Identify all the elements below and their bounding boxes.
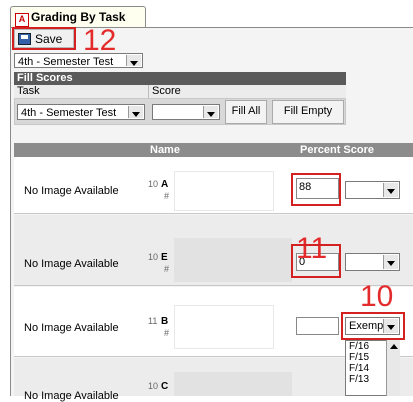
fill-score-label: Score — [152, 85, 181, 97]
fill-score-select[interactable] — [152, 104, 220, 120]
student-grade: 10 — [148, 179, 159, 189]
chevron-down-icon[interactable] — [383, 255, 398, 269]
score-mark-select[interactable] — [345, 181, 400, 199]
score-highlight-box — [291, 244, 341, 278]
redacted-name — [174, 238, 292, 282]
fill-task-value: 4th - Semester Test — [21, 107, 117, 119]
tab-grading-by-task[interactable]: A Grading By Task — [10, 6, 146, 28]
save-highlight-box — [12, 27, 76, 50]
assignment-icon: A — [15, 13, 29, 27]
student-id: # — [164, 191, 170, 201]
chevron-down-icon[interactable] — [128, 106, 143, 118]
student-id: # — [164, 264, 170, 274]
redacted-name — [174, 305, 274, 349]
tab-title: Grading By Task — [31, 10, 126, 24]
callout-12: 12 — [83, 24, 117, 57]
student-name: B — [161, 316, 169, 327]
fill-all-button[interactable]: Fill All — [225, 100, 267, 124]
redacted-name — [174, 171, 274, 211]
name-column-header: Name — [150, 144, 180, 156]
no-image-text: No Image Available — [24, 390, 119, 402]
task-select[interactable]: 4th - Semester Test — [14, 53, 143, 68]
no-image-text: No Image Available — [24, 258, 119, 270]
score-highlight-box — [291, 173, 341, 206]
no-image-text: No Image Available — [24, 322, 119, 334]
fill-scores-header: Fill Scores — [14, 72, 346, 85]
fill-task-label: Task — [17, 85, 40, 97]
student-name: C — [161, 381, 169, 392]
score-mark-select[interactable] — [345, 253, 400, 271]
redacted-name — [174, 372, 292, 396]
student-name: A — [161, 179, 169, 190]
options-scrollbar[interactable] — [386, 340, 400, 396]
scroll-up-icon[interactable] — [390, 344, 398, 349]
task-select-value: 4th - Semester Test — [18, 56, 114, 68]
chevron-down-icon[interactable] — [203, 106, 218, 118]
fill-empty-button[interactable]: Fill Empty — [272, 100, 344, 124]
exempt-highlight-box — [341, 312, 405, 340]
student-name: E — [161, 252, 168, 263]
percent-score-input[interactable] — [296, 317, 339, 335]
student-grade: 11 — [148, 316, 158, 326]
student-grade: 10 — [148, 381, 159, 391]
chevron-down-icon[interactable] — [383, 183, 398, 197]
fill-task-select[interactable]: 4th - Semester Test — [17, 104, 145, 120]
percent-score-column-header: Percent Score — [300, 144, 374, 156]
chevron-down-icon[interactable] — [126, 55, 141, 66]
callout-10: 10 — [360, 280, 394, 313]
no-image-text: No Image Available — [24, 185, 119, 197]
student-id: # — [164, 328, 170, 338]
student-grade: 10 — [148, 252, 159, 262]
